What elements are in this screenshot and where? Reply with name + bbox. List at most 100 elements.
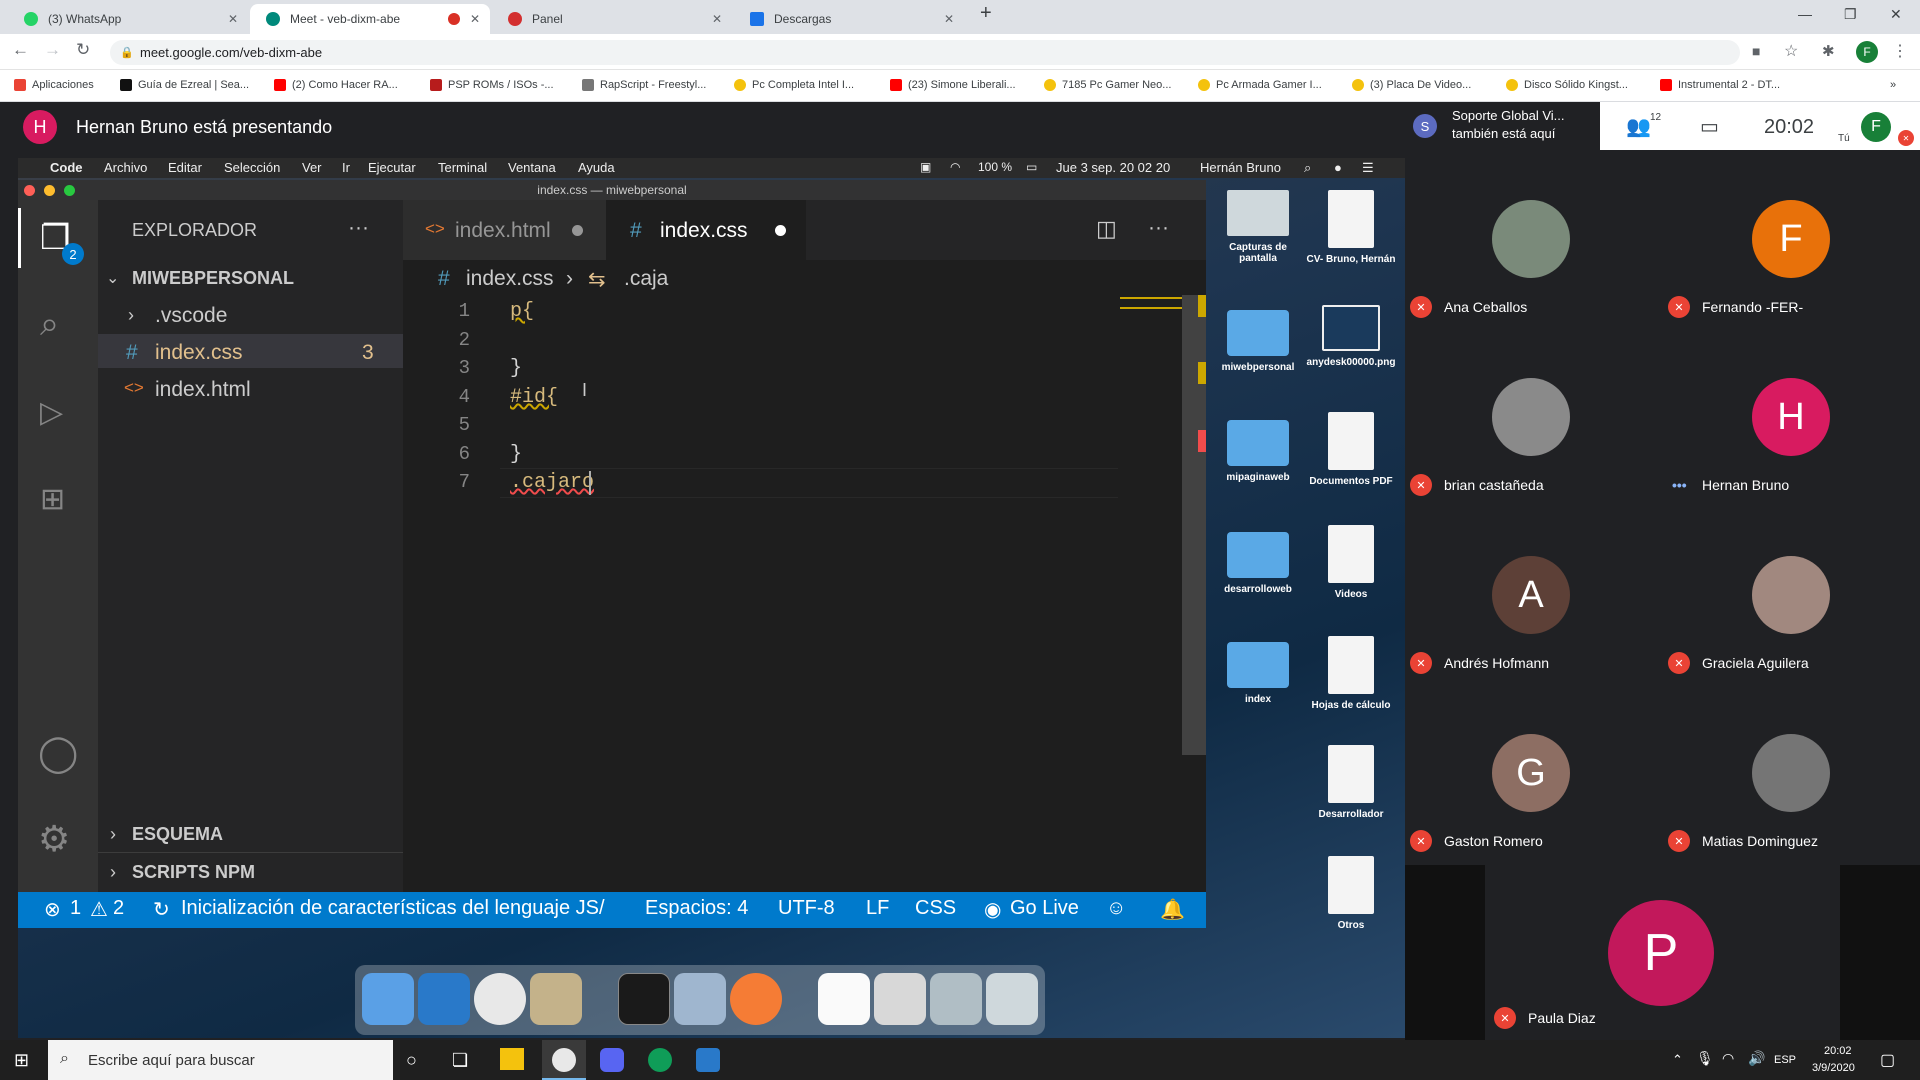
edge-icon[interactable] xyxy=(648,1048,672,1072)
vscode-icon[interactable] xyxy=(418,973,470,1025)
back-icon[interactable]: ← xyxy=(12,40,29,60)
url-text[interactable]: meet.google.com/veb-dixm-abe xyxy=(140,45,322,60)
tab-panel[interactable]: Panel ✕ xyxy=(492,4,732,34)
bookmark-item[interactable]: Aplicaciones xyxy=(14,79,94,91)
taskbar-date[interactable]: 3/9/2020 xyxy=(1812,1062,1855,1074)
downloads-stack-icon[interactable] xyxy=(930,973,982,1025)
eol-status[interactable]: LF xyxy=(866,897,889,920)
spotlight-icon[interactable]: ⌕ xyxy=(1304,160,1311,176)
close-icon[interactable]: ✕ xyxy=(470,12,480,26)
code-line[interactable]: } xyxy=(510,357,522,380)
bookmark-item[interactable]: PSP ROMs / ISOs -... xyxy=(430,79,554,91)
notification-center-icon[interactable]: ☰ xyxy=(1362,160,1374,176)
documents-stack-icon[interactable] xyxy=(874,973,926,1025)
desktop-icon[interactable]: Capturas de pantalla xyxy=(1213,190,1303,264)
bookmark-item[interactable]: Guía de Ezreal | Sea... xyxy=(120,79,249,91)
account-icon[interactable]: ◯ xyxy=(38,732,78,774)
preview-icon[interactable] xyxy=(530,973,582,1025)
split-editor-icon[interactable]: ◫ xyxy=(1096,216,1117,242)
cortana-icon[interactable]: ○ xyxy=(406,1050,417,1071)
camera-icon[interactable]: ■ xyxy=(1752,43,1760,59)
tab-whatsapp[interactable]: (3) WhatsApp ✕ xyxy=(8,4,248,34)
file-index-css[interactable]: index.css xyxy=(155,341,243,365)
warning-icon[interactable]: ⚠ xyxy=(90,897,108,922)
forward-icon[interactable]: → xyxy=(44,40,61,60)
menu-ayuda[interactable]: Ayuda xyxy=(578,160,615,175)
mac-zoom-button[interactable] xyxy=(64,185,75,196)
menu-seleccion[interactable]: Selección xyxy=(224,160,280,175)
extensions-icon[interactable]: ⊞ xyxy=(40,482,65,517)
unsaved-dot-icon[interactable] xyxy=(775,225,786,236)
mac-close-button[interactable] xyxy=(24,185,35,196)
language-status[interactable]: CSS xyxy=(915,897,956,920)
outline-section[interactable]: ESQUEMA xyxy=(132,824,223,845)
bookmark-item[interactable]: 7185 Pc Gamer Neo... xyxy=(1044,79,1171,91)
search-icon[interactable]: ⌕ xyxy=(40,305,59,344)
bookmark-item[interactable]: Instrumental 2 - DT... xyxy=(1660,79,1780,91)
go-live-button[interactable]: Go Live xyxy=(1010,897,1079,920)
terminal-icon[interactable] xyxy=(618,973,670,1025)
bell-icon[interactable]: 🔔 xyxy=(1160,897,1185,922)
bookmark-item[interactable]: (3) Placa De Video... xyxy=(1352,79,1471,91)
tab-meet[interactable]: Meet - veb-dixm-abe ✕ xyxy=(250,4,490,34)
minimap[interactable] xyxy=(1120,297,1182,309)
desktop-icon[interactable]: miwebpersonal xyxy=(1213,310,1303,373)
new-tab-button[interactable]: + xyxy=(980,2,992,25)
bookmark-item[interactable]: Disco Sólido Kingst... xyxy=(1506,79,1628,91)
windows-start-icon[interactable]: ⊞ xyxy=(14,1050,29,1071)
desktop-icon[interactable]: desarrolloweb xyxy=(1213,532,1303,595)
bookmarks-more-icon[interactable]: » xyxy=(1890,79,1896,91)
desktop-icon[interactable]: Desarrollador xyxy=(1306,745,1396,820)
volume-icon[interactable]: 🔊 xyxy=(1748,1050,1765,1067)
menu-ver[interactable]: Ver xyxy=(302,160,322,175)
desktop-icon[interactable]: Videos xyxy=(1306,525,1396,600)
desktop-icon[interactable]: Documentos PDF xyxy=(1306,412,1396,487)
desktop-icon[interactable]: Otros xyxy=(1306,856,1396,931)
network-icon[interactable]: ◠ xyxy=(1722,1050,1734,1067)
encoding-status[interactable]: UTF-8 xyxy=(778,897,835,920)
code-line[interactable]: } xyxy=(510,443,522,466)
vscode-icon[interactable] xyxy=(696,1048,720,1072)
bookmark-item[interactable]: Pc Armada Gamer I... xyxy=(1198,79,1322,91)
discord-icon[interactable] xyxy=(600,1048,624,1072)
siri-icon[interactable]: ● xyxy=(1334,160,1342,175)
star-icon[interactable]: ☆ xyxy=(1784,41,1798,61)
extensions-icon[interactable]: ✱ xyxy=(1822,42,1835,60)
bookmark-item[interactable]: (2) Como Hacer RA... xyxy=(274,79,398,91)
language-indicator[interactable]: ESP xyxy=(1774,1054,1796,1066)
indentation-status[interactable]: Espacios: 4 xyxy=(645,897,748,920)
menu-terminal[interactable]: Terminal xyxy=(438,160,487,175)
status-message[interactable]: Inicialización de características del le… xyxy=(181,897,605,920)
address-bar[interactable] xyxy=(110,40,1740,65)
finder-icon[interactable] xyxy=(362,973,414,1025)
more-actions-icon[interactable]: ··· xyxy=(348,216,369,240)
chat-icon[interactable]: ▭ xyxy=(1700,114,1719,139)
breadcrumb-file[interactable]: index.css xyxy=(466,267,554,291)
feedback-icon[interactable]: ☺ xyxy=(1106,897,1126,920)
chevron-up-icon[interactable]: ⌃ xyxy=(1672,1052,1683,1068)
menu-icon[interactable]: ⋮ xyxy=(1892,41,1908,61)
self-avatar[interactable]: F xyxy=(1861,112,1891,142)
menu-editar[interactable]: Editar xyxy=(168,160,202,175)
code-line[interactable]: #id{ xyxy=(510,386,558,409)
trash-icon[interactable] xyxy=(986,973,1038,1025)
desktop-icon[interactable]: CV- Bruno, Hernán xyxy=(1306,190,1396,265)
task-view-icon[interactable]: ❏ xyxy=(452,1050,468,1071)
file-explorer-icon[interactable] xyxy=(500,1048,524,1070)
close-icon[interactable]: ✕ xyxy=(944,12,954,26)
more-actions-icon[interactable]: ··· xyxy=(1148,216,1169,240)
project-folder[interactable]: MIWEBPERSONAL xyxy=(132,268,294,289)
npm-scripts-section[interactable]: SCRIPTS NPM xyxy=(132,862,255,883)
file-row-selected[interactable] xyxy=(98,334,403,368)
photos-icon[interactable] xyxy=(674,973,726,1025)
code-line[interactable]: p{ xyxy=(510,300,534,323)
desktop-icon[interactable]: anydesk00000.png xyxy=(1306,305,1396,368)
bookmark-item[interactable]: Pc Completa Intel I... xyxy=(734,79,854,91)
menu-code[interactable]: Code xyxy=(50,160,83,175)
bookmark-item[interactable]: (23) Simone Liberali... xyxy=(890,79,1016,91)
people-icon[interactable]: 👥 xyxy=(1626,114,1651,139)
code-line[interactable]: .cajaro xyxy=(510,471,594,494)
desktop-icon[interactable]: Hojas de cálculo xyxy=(1306,636,1396,711)
bookmark-item[interactable]: RapScript - Freestyl... xyxy=(582,79,706,91)
menu-ventana[interactable]: Ventana xyxy=(508,160,556,175)
